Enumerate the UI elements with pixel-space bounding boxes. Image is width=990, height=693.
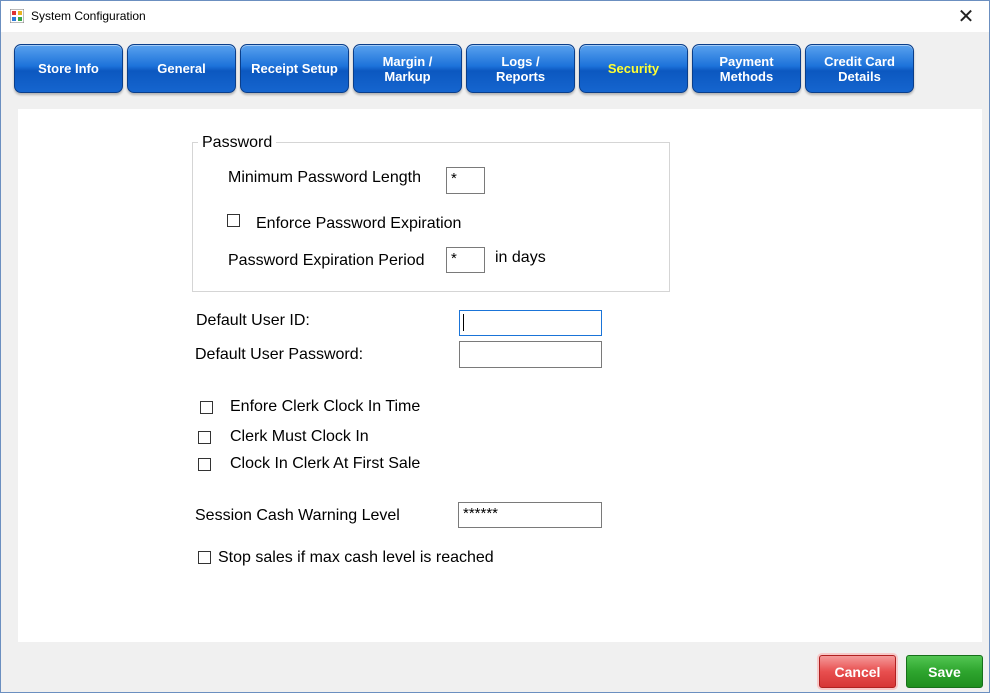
tab-credit-card-details[interactable]: Credit Card Details (805, 44, 914, 93)
tab-general[interactable]: General (127, 44, 236, 93)
enforce-password-expiration-checkbox[interactable] (227, 214, 240, 227)
default-user-password-label: Default User Password: (195, 346, 364, 363)
tab-margin-markup[interactable]: Margin / Markup (353, 44, 462, 93)
session-cash-warning-label: Session Cash Warning Level (195, 507, 400, 524)
tab-logs-reports[interactable]: Logs / Reports (466, 44, 575, 93)
enforce-clerk-clock-in-label: Enfore Clerk Clock In Time (230, 398, 421, 415)
save-button[interactable]: Save (906, 655, 983, 688)
tab-store-info[interactable]: Store Info (14, 44, 123, 93)
enforce-password-expiration-label: Enforce Password Expiration (256, 215, 462, 232)
tab-security[interactable]: Security (579, 44, 688, 93)
default-user-id-label: Default User ID: (196, 312, 310, 329)
password-expiration-period-label: Password Expiration Period (228, 252, 425, 269)
stop-sales-checkbox[interactable] (198, 551, 211, 564)
title-bar: System Configuration ✕ (1, 1, 989, 32)
text-caret (463, 314, 464, 331)
window-title: System Configuration (31, 9, 146, 23)
expiration-unit-label: in days (495, 249, 546, 266)
password-expiration-period-input[interactable]: * (446, 247, 485, 273)
app-icon (10, 9, 24, 23)
clock-in-first-sale-checkbox[interactable] (198, 458, 211, 471)
password-group-title: Password (198, 134, 277, 152)
cancel-button[interactable]: Cancel (819, 655, 896, 688)
clerk-must-clock-in-checkbox[interactable] (198, 431, 211, 444)
default-user-password-input[interactable] (459, 341, 602, 368)
session-cash-warning-input[interactable]: ****** (458, 502, 602, 528)
stop-sales-label: Stop sales if max cash level is reached (218, 549, 494, 566)
clerk-must-clock-in-label: Clerk Must Clock In (230, 428, 369, 445)
enforce-clerk-clock-in-checkbox[interactable] (200, 401, 213, 414)
system-configuration-window: System Configuration ✕ Store Info Genera… (0, 0, 990, 693)
min-password-length-label: Minimum Password Length (228, 169, 421, 186)
close-icon[interactable]: ✕ (943, 1, 989, 32)
clock-in-first-sale-label: Clock In Clerk At First Sale (230, 455, 421, 472)
tab-receipt-setup[interactable]: Receipt Setup (240, 44, 349, 93)
default-user-id-input[interactable] (459, 310, 602, 336)
tab-payment-methods[interactable]: Payment Methods (692, 44, 801, 93)
min-password-length-input[interactable]: * (446, 167, 485, 194)
